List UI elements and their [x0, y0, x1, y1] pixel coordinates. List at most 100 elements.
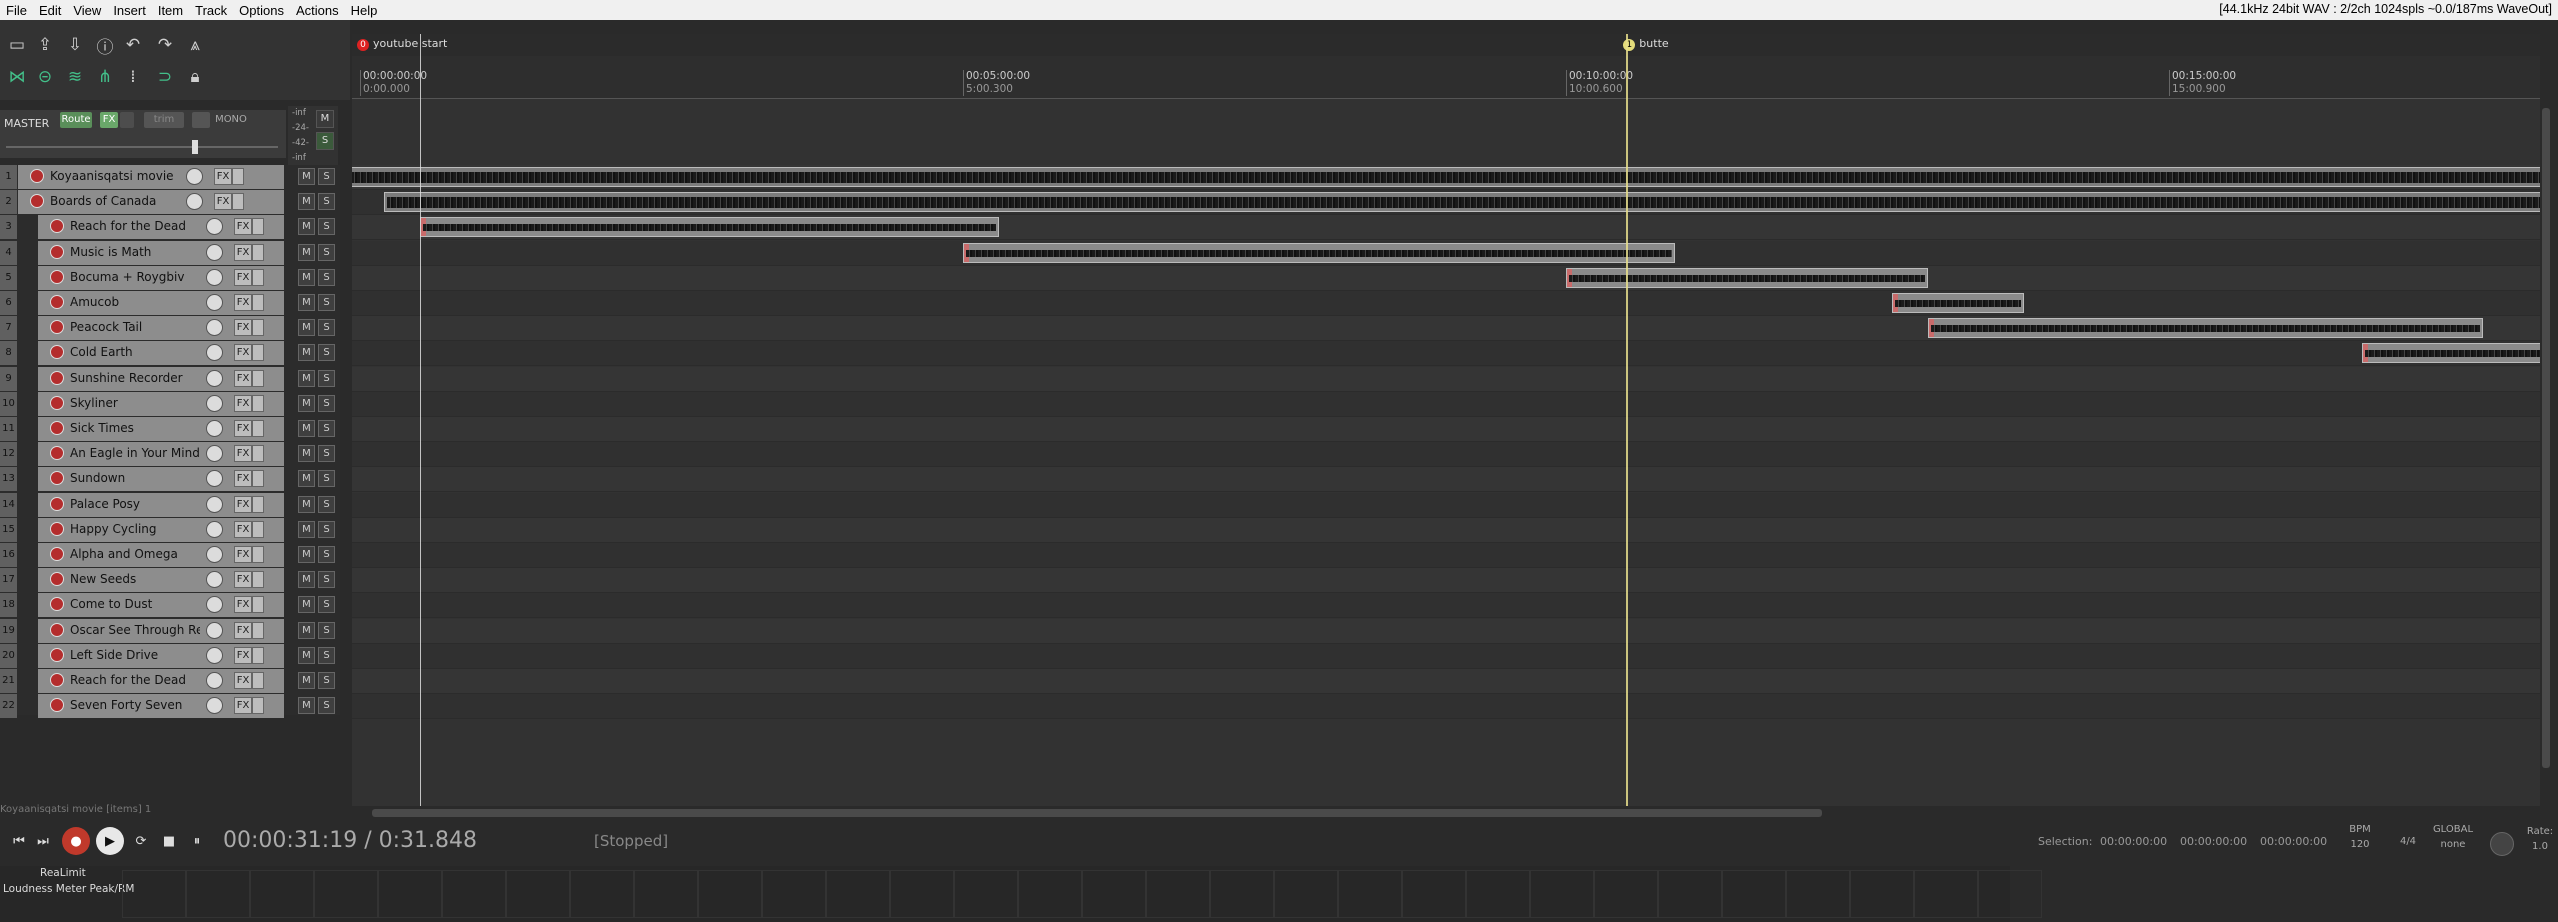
track-name[interactable]: Happy Cycling: [70, 522, 200, 536]
track-number[interactable]: 9: [0, 366, 17, 391]
track-number[interactable]: 4: [0, 240, 17, 265]
fx-slot[interactable]: [1146, 870, 1210, 918]
undo-icon[interactable]: ↶: [120, 32, 146, 58]
pause-button[interactable]: ⏸: [184, 828, 210, 854]
media-item[interactable]: [420, 217, 1000, 238]
media-item[interactable]: [1927, 318, 2483, 339]
route-button[interactable]: Route: [60, 112, 92, 128]
track-lane[interactable]: [352, 366, 2540, 392]
record-arm-icon[interactable]: [50, 496, 64, 511]
fx-bypass-icon[interactable]: [252, 420, 264, 437]
volume-knob[interactable]: [206, 621, 223, 639]
fx-slot[interactable]: [1466, 870, 1530, 918]
track-number[interactable]: 1: [0, 165, 17, 189]
track-solo-button[interactable]: S: [318, 470, 335, 488]
track-header[interactable]: 15 Happy Cycling FX M S: [0, 517, 340, 543]
track-name[interactable]: Music is Math: [70, 245, 200, 259]
track-mute-button[interactable]: M: [298, 168, 315, 185]
track-lane[interactable]: [352, 643, 2540, 669]
volume-knob[interactable]: [206, 268, 223, 286]
track-mute-button[interactable]: M: [298, 369, 315, 387]
track-number[interactable]: 3: [0, 215, 17, 240]
track-number[interactable]: 8: [0, 341, 17, 366]
record-arm-icon[interactable]: [30, 169, 44, 183]
track-name[interactable]: Boards of Canada: [50, 194, 200, 208]
track-header[interactable]: 3 Reach for the Dead FX M S: [0, 215, 340, 240]
media-item[interactable]: [963, 242, 1675, 263]
track-fx-button[interactable]: FX: [214, 193, 232, 211]
track-name[interactable]: Sundown: [70, 471, 200, 485]
track-solo-button[interactable]: S: [318, 294, 335, 311]
horizontal-scrollbar-thumb[interactable]: [372, 809, 1822, 817]
track-fx-button[interactable]: FX: [234, 294, 252, 311]
track-solo-button[interactable]: S: [318, 319, 335, 337]
volume-knob[interactable]: [206, 243, 223, 261]
fx-slot[interactable]: [1658, 870, 1722, 918]
arrange-view[interactable]: 0youtube start1butte2ruins3factory4thrus…: [352, 34, 2540, 806]
track-number[interactable]: 21: [0, 669, 17, 693]
fx-bypass-icon[interactable]: [252, 646, 264, 664]
record-arm-icon[interactable]: [50, 244, 64, 259]
track-number[interactable]: 15: [0, 517, 17, 542]
track-solo-button[interactable]: S: [318, 546, 335, 563]
track-mute-button[interactable]: M: [298, 420, 315, 437]
track-number[interactable]: 16: [0, 543, 17, 567]
track-fx-button[interactable]: FX: [234, 445, 252, 463]
track-header[interactable]: 11 Sick Times FX M S: [0, 417, 340, 442]
trim-button[interactable]: trim: [144, 112, 184, 128]
redo-icon[interactable]: ↷: [152, 32, 178, 58]
track-fx-button[interactable]: FX: [234, 596, 252, 614]
fx-bypass-icon[interactable]: [252, 546, 264, 563]
track-header[interactable]: 22 Seven Forty Seven FX M S: [0, 694, 340, 719]
envelope-points-icon[interactable]: ⁞: [120, 64, 146, 90]
track-number[interactable]: 6: [0, 291, 17, 315]
track-header[interactable]: 16 Alpha and Omega FX M S: [0, 543, 340, 568]
track-fx-button[interactable]: FX: [234, 394, 252, 412]
track-name[interactable]: Left Side Drive: [70, 648, 200, 662]
fx-slot[interactable]: [1082, 870, 1146, 918]
volume-knob[interactable]: [206, 420, 223, 437]
global-automation[interactable]: GLOBAL none: [2432, 824, 2474, 850]
fx-slot[interactable]: [762, 870, 826, 918]
master-mute-button[interactable]: M: [316, 110, 334, 128]
fx-slot[interactable]: [698, 870, 762, 918]
track-number[interactable]: 13: [0, 467, 17, 492]
record-arm-icon[interactable]: [50, 395, 64, 410]
track-lane[interactable]: [352, 417, 2540, 442]
horizontal-scrollbar[interactable]: [352, 806, 2540, 820]
master-volume-slider[interactable]: [192, 140, 198, 154]
track-mute-button[interactable]: M: [298, 294, 315, 311]
fx-slot[interactable]: [826, 870, 890, 918]
track-lane[interactable]: [352, 669, 2540, 694]
track-header[interactable]: 19 Oscar See Through Red E FX MS: [0, 618, 340, 644]
fx-slot[interactable]: [442, 870, 506, 918]
menu-edit[interactable]: Edit: [33, 0, 67, 19]
fx-bypass-icon[interactable]: [252, 621, 264, 639]
track-fx-button[interactable]: FX: [234, 672, 252, 689]
fx-slot[interactable]: [1594, 870, 1658, 918]
ripple-edit-icon[interactable]: ≋: [62, 64, 88, 90]
menu-options[interactable]: Options: [233, 0, 290, 19]
track-solo-button[interactable]: S: [318, 495, 335, 513]
record-button[interactable]: ●: [62, 827, 90, 855]
fx-realimit[interactable]: ReaLimit: [40, 867, 86, 879]
snap-icon[interactable]: ⋔: [92, 64, 118, 90]
record-arm-icon[interactable]: [50, 622, 64, 637]
timeline-ruler[interactable]: 00:00:00:00 0:00.000 00:05:00:00 5:00.300 00…: [352, 56, 2540, 99]
volume-knob[interactable]: [206, 520, 223, 538]
track-lane[interactable]: [352, 694, 2540, 720]
track-header[interactable]: 13 Sundown FX M S: [0, 467, 340, 492]
media-item[interactable]: [1566, 267, 1928, 288]
track-name[interactable]: Alpha and Omega: [70, 547, 200, 561]
media-item[interactable]: [2361, 343, 2540, 364]
track-solo-button[interactable]: S: [318, 369, 335, 387]
track-name[interactable]: Come to Dust: [70, 597, 200, 611]
media-item[interactable]: [384, 192, 2540, 213]
track-fx-button[interactable]: FX: [214, 168, 232, 185]
track-name[interactable]: New Seeds: [70, 572, 200, 586]
play-cursor[interactable]: [420, 34, 422, 806]
track-solo-button[interactable]: S: [318, 243, 335, 261]
mono-button[interactable]: MONO: [214, 112, 248, 128]
menu-track[interactable]: Track: [189, 0, 233, 19]
bpm-box[interactable]: BPM 120: [2346, 824, 2374, 850]
